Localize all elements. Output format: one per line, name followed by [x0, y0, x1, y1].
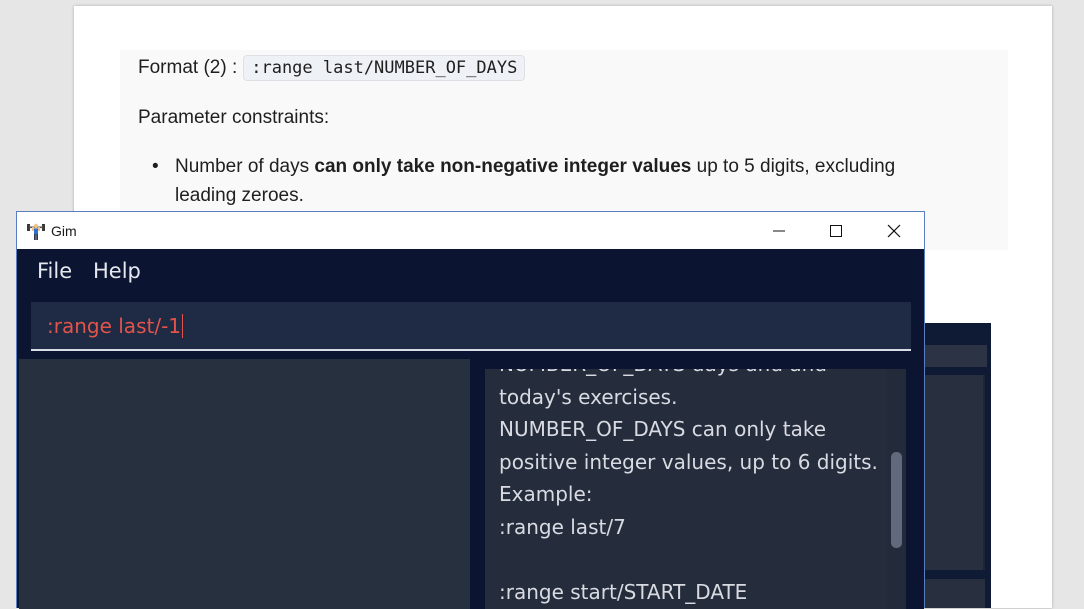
- command-text: :range last/-1: [47, 314, 182, 338]
- result-text: NUMBER_OF_DAYS days and and today's exerc…: [499, 369, 879, 609]
- maximize-icon: [830, 224, 842, 237]
- result-panel: NUMBER_OF_DAYS days and and today's exerc…: [470, 359, 924, 609]
- close-button[interactable]: [865, 212, 923, 249]
- result-line: :range last/7: [499, 514, 626, 539]
- scrollbar-thumb[interactable]: [891, 452, 902, 548]
- maximize-button[interactable]: [807, 212, 865, 249]
- command-input-box[interactable]: :range last/-1: [31, 302, 911, 351]
- minimize-icon: [773, 230, 785, 231]
- format-line: Format (2) : :range last/NUMBER_OF_DAYS: [138, 55, 526, 81]
- command-input[interactable]: :range last/-1: [47, 314, 184, 338]
- weightlifter-icon: [27, 223, 45, 240]
- result-display[interactable]: NUMBER_OF_DAYS days and and today's exerc…: [485, 369, 887, 609]
- result-line: [499, 544, 879, 577]
- menu-file[interactable]: File: [37, 259, 72, 283]
- background-window-panel-lower: [924, 579, 985, 608]
- gim-window: Gim File Help :range last/-1 NUMBER_OF_D…: [16, 211, 925, 609]
- bullet-dot-icon: •: [152, 156, 159, 177]
- result-line: positive integer values, up to 6 digits.: [499, 449, 878, 474]
- menu-bar: File Help: [17, 249, 924, 295]
- format-code: :range last/NUMBER_OF_DAYS: [243, 55, 526, 81]
- bullet-bold: can only take non-negative integer value…: [314, 156, 692, 177]
- result-line: NUMBER_OF_DAYS days and and: [499, 369, 879, 381]
- constraints-heading: Parameter constraints:: [138, 107, 330, 128]
- result-line: NUMBER_OF_DAYS can only take: [499, 417, 827, 442]
- text-caret: [182, 314, 184, 338]
- minimize-button[interactable]: [750, 212, 808, 249]
- result-scrollbar[interactable]: [887, 369, 906, 609]
- close-icon: [887, 224, 901, 237]
- result-line: :range start/START_DATE: [499, 580, 748, 605]
- exercise-list-panel: [19, 359, 470, 609]
- background-window-bar: [924, 345, 987, 367]
- menu-help[interactable]: Help: [93, 259, 141, 283]
- result-line: today's exercises.: [499, 384, 678, 409]
- bullet-prefix: Number of days: [175, 156, 315, 177]
- background-window: [924, 323, 991, 608]
- constraint-bullet: • Number of days can only take non-negat…: [152, 152, 952, 210]
- background-window-panel: [924, 375, 985, 570]
- result-line: Example:: [499, 482, 593, 507]
- window-title: Gim: [51, 223, 77, 239]
- bullet-text: Number of days can only take non-negativ…: [175, 152, 952, 210]
- title-bar[interactable]: Gim: [17, 212, 924, 249]
- format-label: Format (2) :: [138, 57, 238, 78]
